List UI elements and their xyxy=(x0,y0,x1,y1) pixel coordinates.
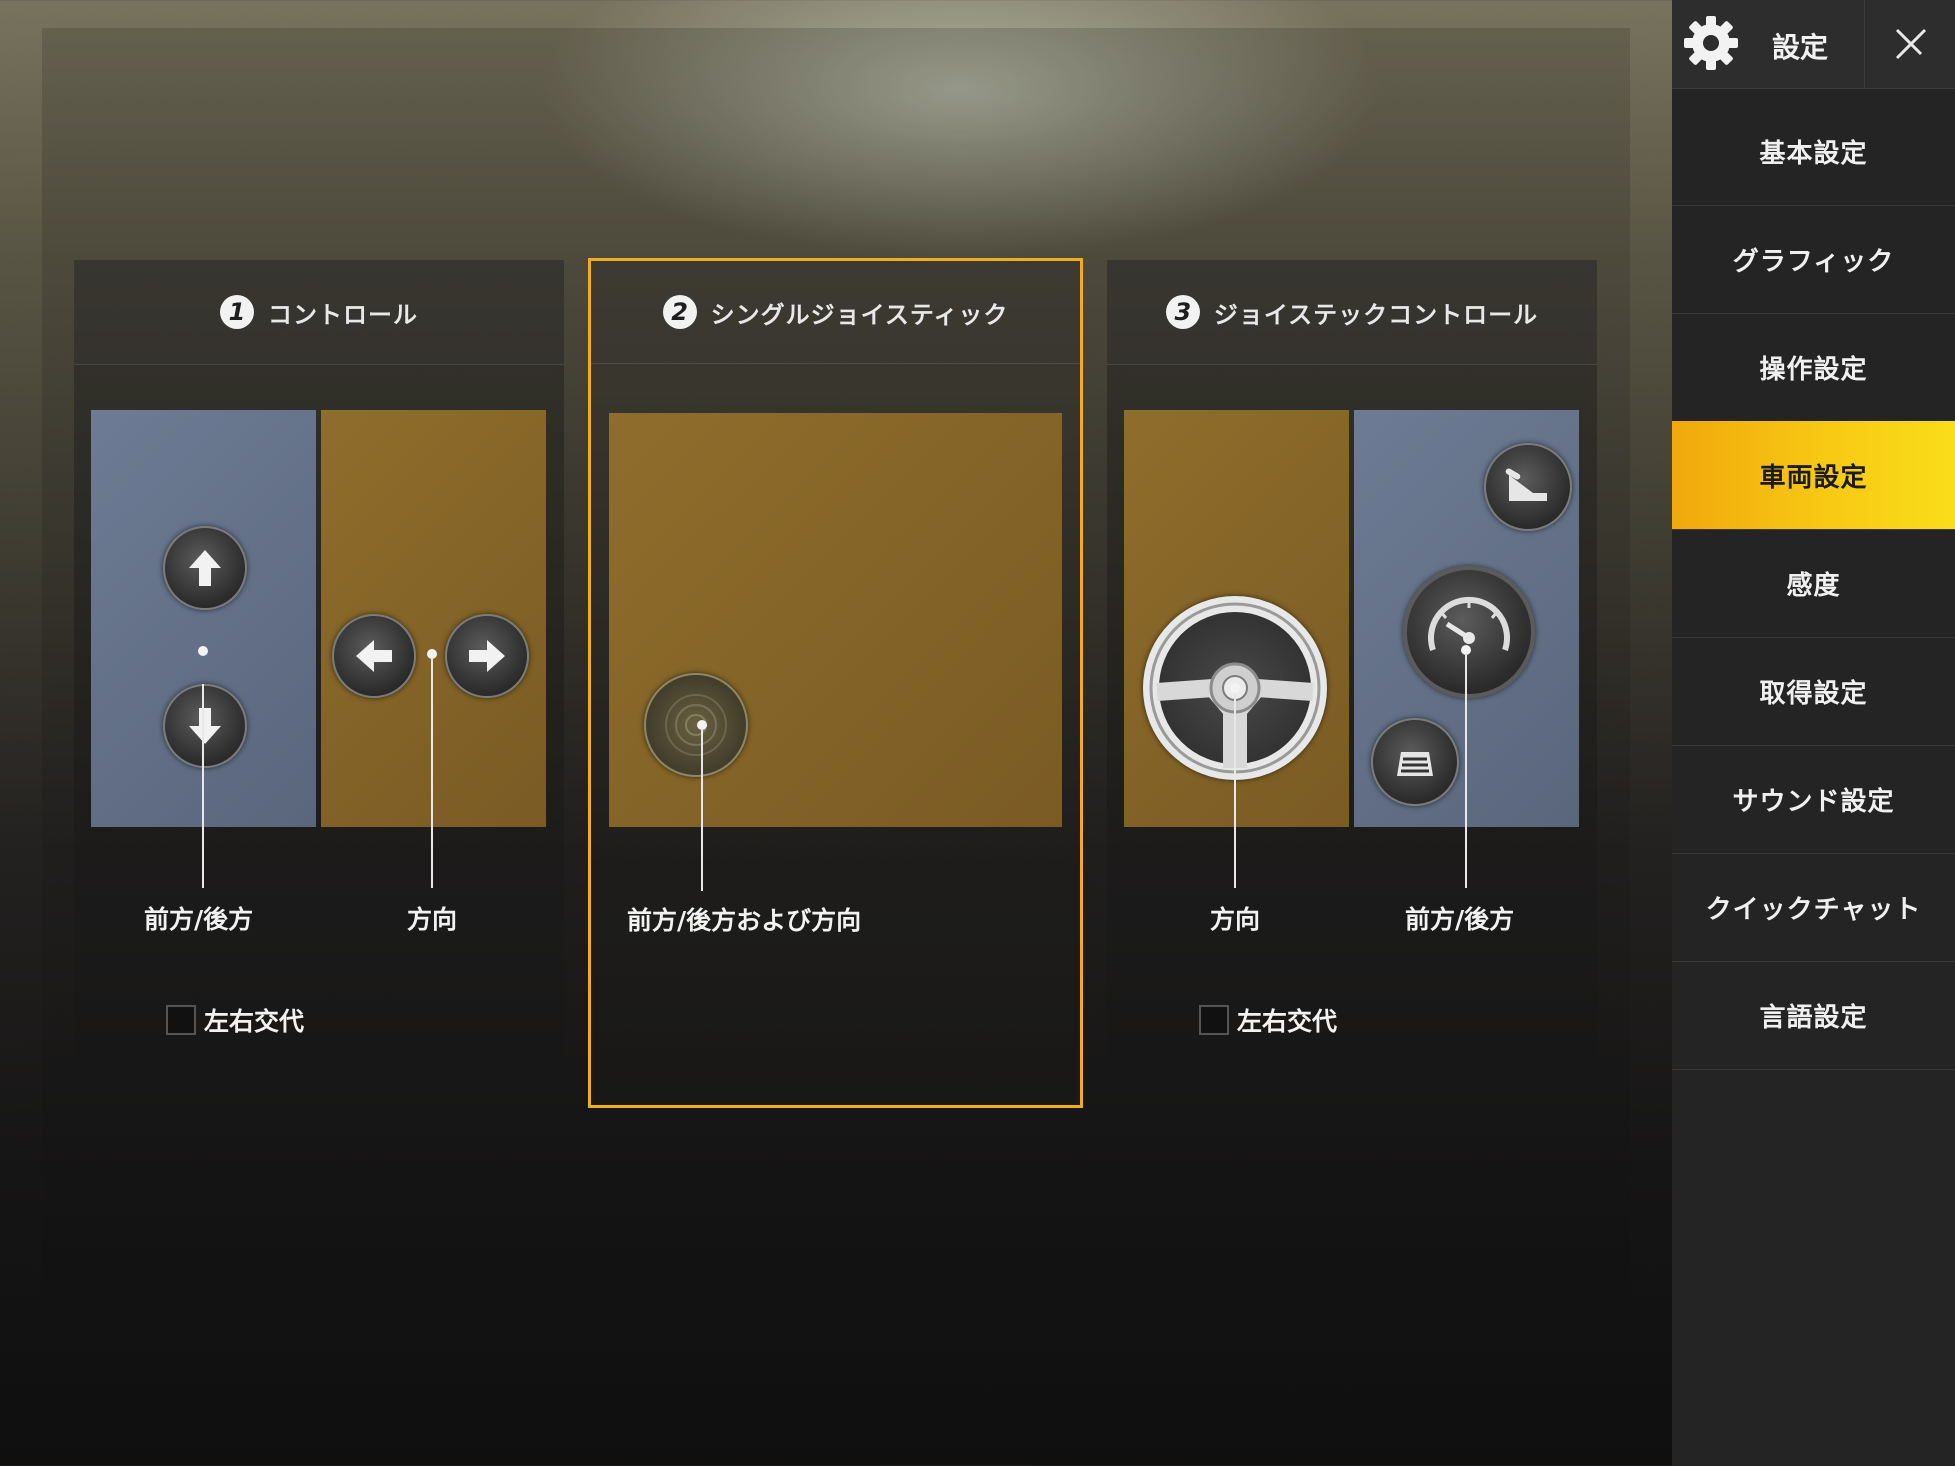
pointer-line xyxy=(1234,693,1236,888)
option-number-badge: 3 xyxy=(1165,295,1200,329)
gear-icon xyxy=(1682,14,1740,72)
settings-title: 設定 xyxy=(1772,31,1829,64)
option-card-joystick-control[interactable]: 3 ジョイステックコントロール 方向 前方/後方 左右交代 xyxy=(1107,260,1597,1107)
checkbox-label: 左右交代 xyxy=(1237,1007,1338,1036)
option-number-badge: 1 xyxy=(220,295,254,329)
swap-sides-checkbox[interactable] xyxy=(166,1005,196,1035)
sidebar-item-sensitivity[interactable]: 感度 xyxy=(1672,529,1955,638)
arrow-down-icon xyxy=(163,684,247,768)
label-forward-back-direction: 前方/後方および方向 xyxy=(627,906,862,935)
option-card-control[interactable]: 1 コントロール 前方/後方 方向 左右交代 xyxy=(74,260,564,1107)
option-title: コントロール xyxy=(268,300,418,329)
sidebar-item-basic[interactable]: 基本設定 xyxy=(1672,97,1955,206)
arrow-right-icon xyxy=(445,614,529,698)
sidebar-item-quick-chat[interactable]: クイックチャット xyxy=(1672,853,1955,962)
option-title: シングルジョイスティック xyxy=(710,300,1009,329)
sidebar-item-graphics[interactable]: グラフィック xyxy=(1672,205,1955,314)
sidebar-header: 設定 xyxy=(1672,0,1955,89)
swap-sides-option[interactable]: 左右交代 xyxy=(166,1002,304,1038)
pointer-line xyxy=(1465,655,1467,888)
label-direction: 方向 xyxy=(1210,905,1261,934)
swap-sides-option[interactable]: 左右交代 xyxy=(1199,1002,1337,1038)
checkbox-label: 左右交代 xyxy=(204,1007,305,1036)
joystick-icon xyxy=(644,673,748,777)
brake-pedal-icon xyxy=(1371,718,1459,806)
close-button[interactable] xyxy=(1864,0,1955,88)
sidebar-item-sound[interactable]: サウンド設定 xyxy=(1672,745,1955,854)
joint-dot xyxy=(1461,645,1471,655)
label-forward-back: 前方/後方 xyxy=(144,905,254,934)
option-number-badge: 2 xyxy=(662,295,697,329)
label-forward-back: 前方/後方 xyxy=(1405,905,1515,934)
close-icon xyxy=(1895,28,1926,60)
label-direction: 方向 xyxy=(407,905,458,934)
card-header: 1 コントロール xyxy=(74,260,564,365)
swap-sides-checkbox[interactable] xyxy=(1199,1005,1229,1035)
arrow-left-icon xyxy=(332,614,416,698)
joint-dot xyxy=(427,649,437,659)
handbrake-icon xyxy=(1484,443,1572,531)
sidebar-item-language[interactable]: 言語設定 xyxy=(1672,961,1955,1070)
card-header: 2 シングルジョイスティック xyxy=(591,261,1080,364)
pointer-line xyxy=(701,730,703,891)
option-title: ジョイステックコントロール xyxy=(1213,300,1539,329)
option-card-single-joystick[interactable]: 2 シングルジョイスティック 前方/後方および方向 xyxy=(588,258,1083,1108)
sidebar-item-controls[interactable]: 操作設定 xyxy=(1672,313,1955,422)
sidebar-item-pickup[interactable]: 取得設定 xyxy=(1672,637,1955,746)
joint-dot xyxy=(697,720,707,730)
pointer-line xyxy=(431,659,433,888)
sidebar-item-vehicle[interactable]: 車両設定 xyxy=(1672,421,1955,530)
speedometer-icon xyxy=(1403,566,1535,698)
joint-dot xyxy=(1230,683,1240,693)
joint-dot xyxy=(198,646,208,656)
settings-sidebar: 設定 基本設定 グラフィック 操作設定 車両設定 感度 取得設定 サウンド設定 … xyxy=(1672,0,1955,1466)
card-header: 3 ジョイステックコントロール xyxy=(1107,260,1597,365)
arrow-up-icon xyxy=(163,526,247,610)
pointer-line xyxy=(202,684,204,888)
